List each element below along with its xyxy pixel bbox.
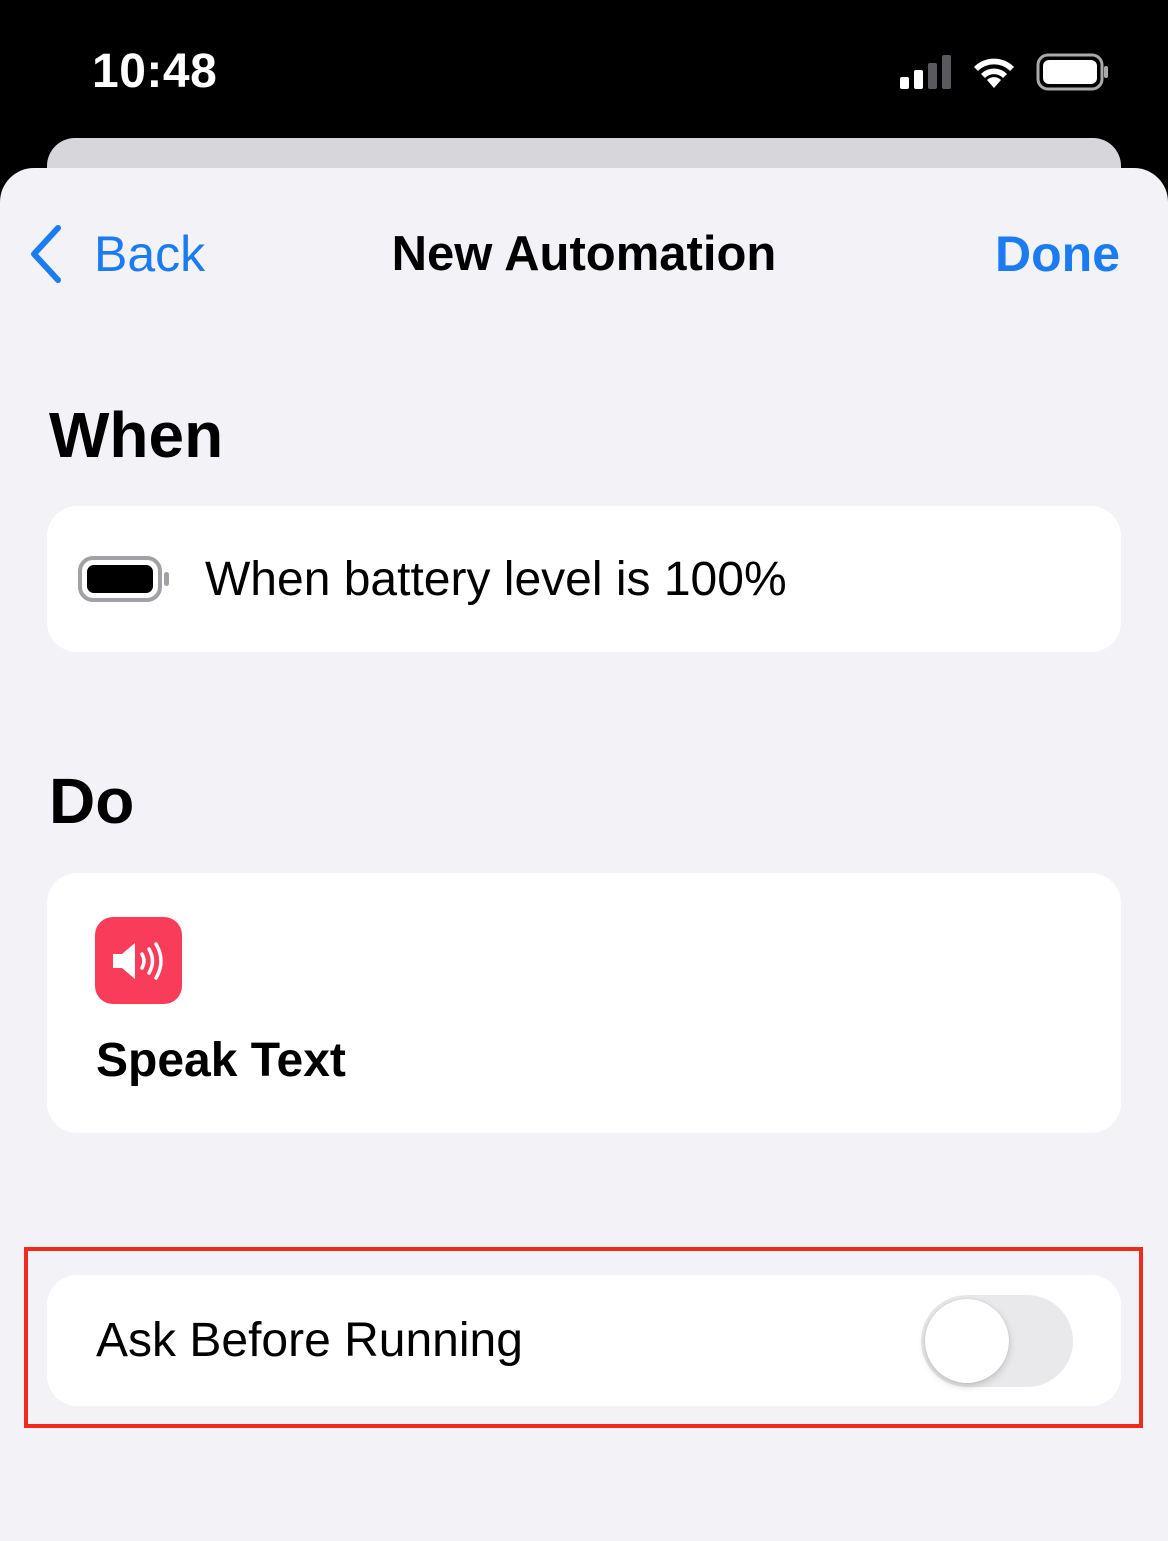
action-card[interactable]: Speak Text <box>47 873 1121 1133</box>
screen: 10:48 Back New Automation Done When When… <box>0 0 1168 1541</box>
battery-icon <box>1036 53 1108 91</box>
do-heading: Do <box>49 765 135 837</box>
trigger-card[interactable]: When battery level is 100% <box>47 506 1121 652</box>
status-icons <box>900 50 1110 94</box>
when-heading: When <box>49 399 224 471</box>
speaker-icon <box>95 917 182 1004</box>
done-button[interactable]: Done <box>995 226 1120 282</box>
cellular-signal-icon <box>900 55 951 89</box>
status-time: 10:48 <box>92 45 218 98</box>
highlight-box <box>24 1247 1143 1428</box>
action-label: Speak Text <box>96 1034 346 1087</box>
battery-full-icon <box>77 555 173 603</box>
wifi-icon <box>974 58 1014 88</box>
trigger-text: When battery level is 100% <box>205 552 787 606</box>
page-title: New Automation <box>391 227 777 281</box>
